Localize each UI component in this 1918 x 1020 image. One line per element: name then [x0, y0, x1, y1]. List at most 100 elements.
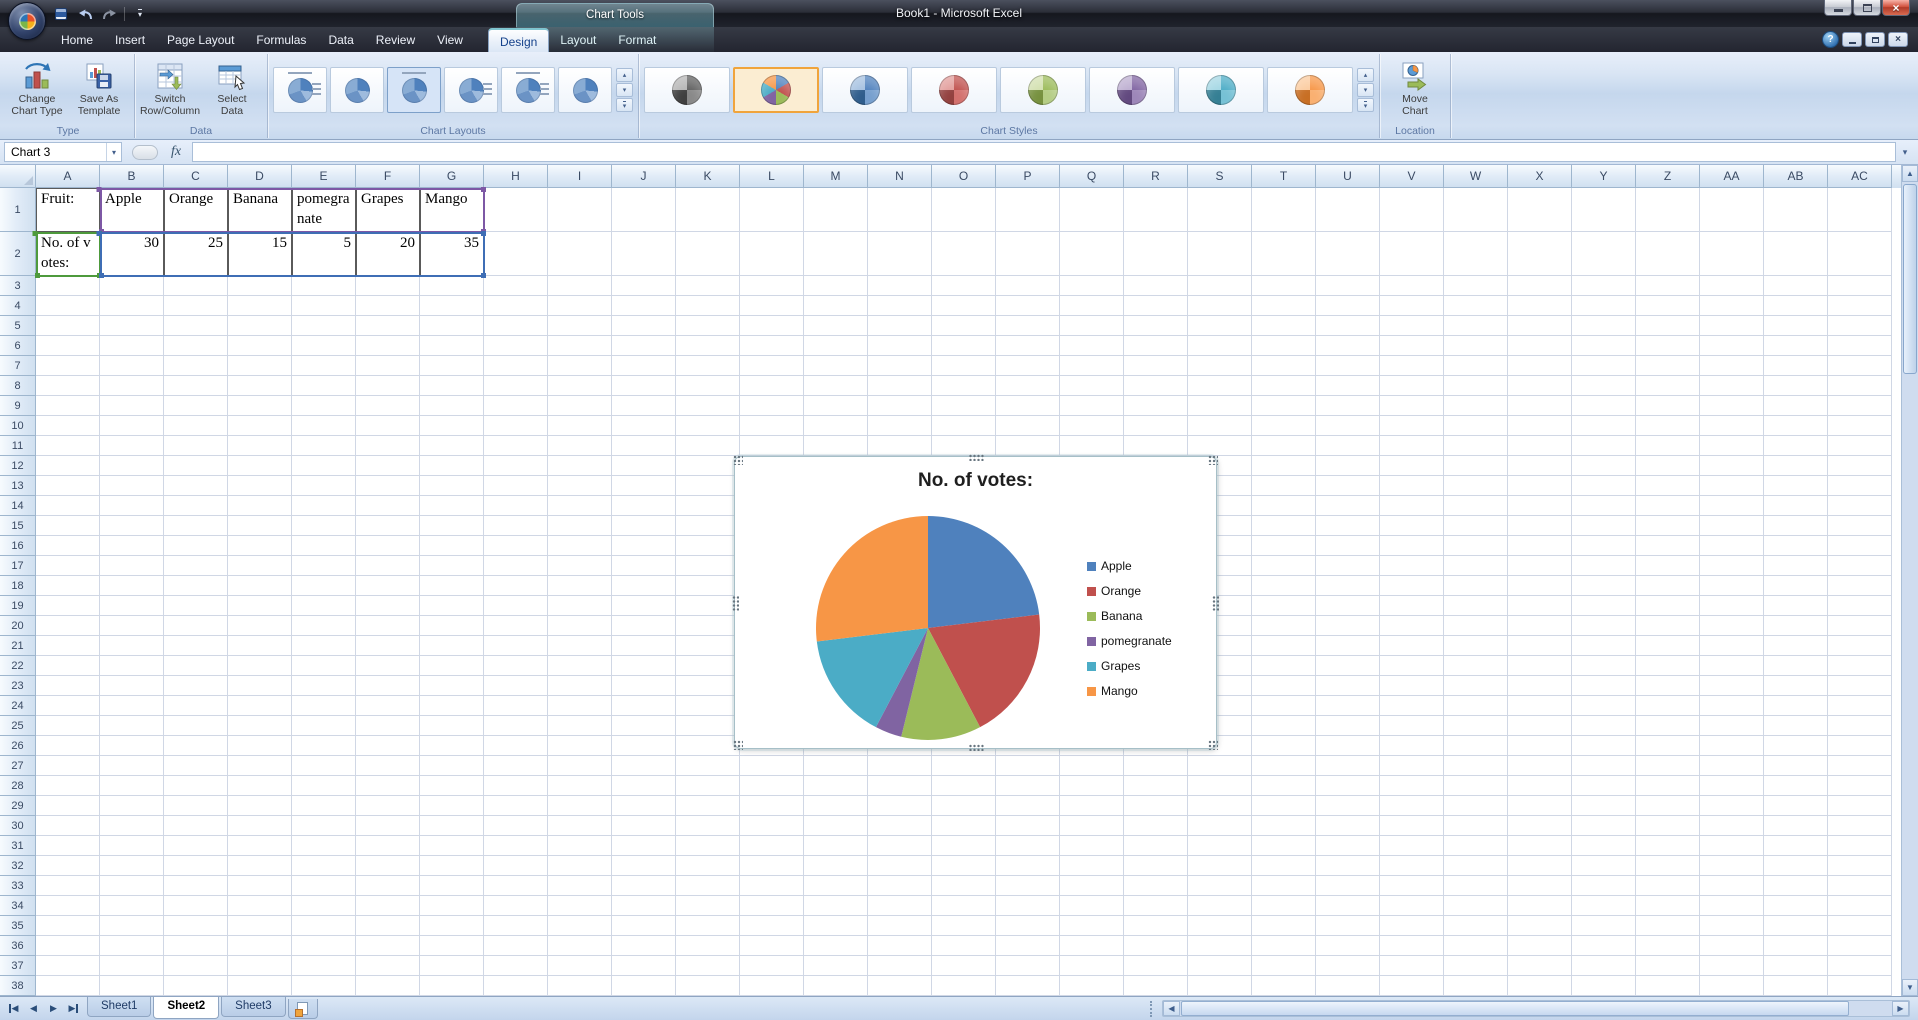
cell-v14[interactable]	[1380, 496, 1444, 516]
cell-v17[interactable]	[1380, 556, 1444, 576]
cell-n8[interactable]	[868, 376, 932, 396]
cell-k31[interactable]	[676, 836, 740, 856]
cell-g2[interactable]: 35	[420, 232, 484, 276]
cell-a5[interactable]	[36, 316, 100, 336]
cell-h30[interactable]	[484, 816, 548, 836]
cell-k35[interactable]	[676, 916, 740, 936]
row-header-26[interactable]: 26	[0, 736, 36, 756]
cell-g3[interactable]	[420, 276, 484, 296]
cell-p2[interactable]	[996, 232, 1060, 276]
cell-h12[interactable]	[484, 456, 548, 476]
cell-ac28[interactable]	[1828, 776, 1892, 796]
cell-a8[interactable]	[36, 376, 100, 396]
column-header-k[interactable]: K	[676, 165, 740, 188]
cell-g26[interactable]	[420, 736, 484, 756]
cell-i38[interactable]	[548, 976, 612, 996]
cell-f37[interactable]	[356, 956, 420, 976]
cell-n3[interactable]	[868, 276, 932, 296]
cell-j36[interactable]	[612, 936, 676, 956]
cell-ac35[interactable]	[1828, 916, 1892, 936]
cell-z15[interactable]	[1636, 516, 1700, 536]
cell-o5[interactable]	[932, 316, 996, 336]
cell-u21[interactable]	[1316, 636, 1380, 656]
cell-x33[interactable]	[1508, 876, 1572, 896]
cell-l11[interactable]	[740, 436, 804, 456]
cell-t16[interactable]	[1252, 536, 1316, 556]
cell-z37[interactable]	[1636, 956, 1700, 976]
pie-style-4-icon[interactable]	[911, 67, 997, 113]
cell-p38[interactable]	[996, 976, 1060, 996]
maximize-button[interactable]	[1853, 0, 1881, 16]
cell-v6[interactable]	[1380, 336, 1444, 356]
cell-l1[interactable]	[740, 188, 804, 232]
cell-t29[interactable]	[1252, 796, 1316, 816]
cell-aa9[interactable]	[1700, 396, 1764, 416]
cell-m10[interactable]	[804, 416, 868, 436]
vertical-scroll-track[interactable]	[1902, 182, 1918, 979]
cell-c9[interactable]	[164, 396, 228, 416]
cell-t20[interactable]	[1252, 616, 1316, 636]
cell-h3[interactable]	[484, 276, 548, 296]
cell-aa36[interactable]	[1700, 936, 1764, 956]
cell-v9[interactable]	[1380, 396, 1444, 416]
cell-x29[interactable]	[1508, 796, 1572, 816]
cell-o35[interactable]	[932, 916, 996, 936]
cell-f14[interactable]	[356, 496, 420, 516]
cell-c7[interactable]	[164, 356, 228, 376]
cell-v24[interactable]	[1380, 696, 1444, 716]
cell-ab7[interactable]	[1764, 356, 1828, 376]
cell-a33[interactable]	[36, 876, 100, 896]
cell-c16[interactable]	[164, 536, 228, 556]
cell-f23[interactable]	[356, 676, 420, 696]
cell-q36[interactable]	[1060, 936, 1124, 956]
cell-j32[interactable]	[612, 856, 676, 876]
cell-p5[interactable]	[996, 316, 1060, 336]
cell-j2[interactable]	[612, 232, 676, 276]
cell-g25[interactable]	[420, 716, 484, 736]
cell-e22[interactable]	[292, 656, 356, 676]
cell-e35[interactable]	[292, 916, 356, 936]
cell-j34[interactable]	[612, 896, 676, 916]
cell-i4[interactable]	[548, 296, 612, 316]
cell-l6[interactable]	[740, 336, 804, 356]
cell-i9[interactable]	[548, 396, 612, 416]
cell-b9[interactable]	[100, 396, 164, 416]
cell-k1[interactable]	[676, 188, 740, 232]
cell-ac7[interactable]	[1828, 356, 1892, 376]
cell-f34[interactable]	[356, 896, 420, 916]
cell-b24[interactable]	[100, 696, 164, 716]
cell-e38[interactable]	[292, 976, 356, 996]
cell-w3[interactable]	[1444, 276, 1508, 296]
cell-i2[interactable]	[548, 232, 612, 276]
cell-n28[interactable]	[868, 776, 932, 796]
cell-g6[interactable]	[420, 336, 484, 356]
cell-aa20[interactable]	[1700, 616, 1764, 636]
cell-c15[interactable]	[164, 516, 228, 536]
cell-c12[interactable]	[164, 456, 228, 476]
cell-b14[interactable]	[100, 496, 164, 516]
cell-j15[interactable]	[612, 516, 676, 536]
cell-x19[interactable]	[1508, 596, 1572, 616]
cell-h31[interactable]	[484, 836, 548, 856]
cell-d17[interactable]	[228, 556, 292, 576]
cell-q37[interactable]	[1060, 956, 1124, 976]
row-header-36[interactable]: 36	[0, 936, 36, 956]
cell-ac10[interactable]	[1828, 416, 1892, 436]
cell-g20[interactable]	[420, 616, 484, 636]
cell-s5[interactable]	[1188, 316, 1252, 336]
cell-i5[interactable]	[548, 316, 612, 336]
cell-z17[interactable]	[1636, 556, 1700, 576]
cell-a27[interactable]	[36, 756, 100, 776]
cell-j35[interactable]	[612, 916, 676, 936]
cell-e33[interactable]	[292, 876, 356, 896]
cell-h37[interactable]	[484, 956, 548, 976]
cell-e34[interactable]	[292, 896, 356, 916]
chart-handle-top[interactable]	[968, 454, 983, 461]
cell-t2[interactable]	[1252, 232, 1316, 276]
cell-j25[interactable]	[612, 716, 676, 736]
cell-s35[interactable]	[1188, 916, 1252, 936]
cell-a26[interactable]	[36, 736, 100, 756]
cell-d29[interactable]	[228, 796, 292, 816]
cell-z11[interactable]	[1636, 436, 1700, 456]
cell-f3[interactable]	[356, 276, 420, 296]
